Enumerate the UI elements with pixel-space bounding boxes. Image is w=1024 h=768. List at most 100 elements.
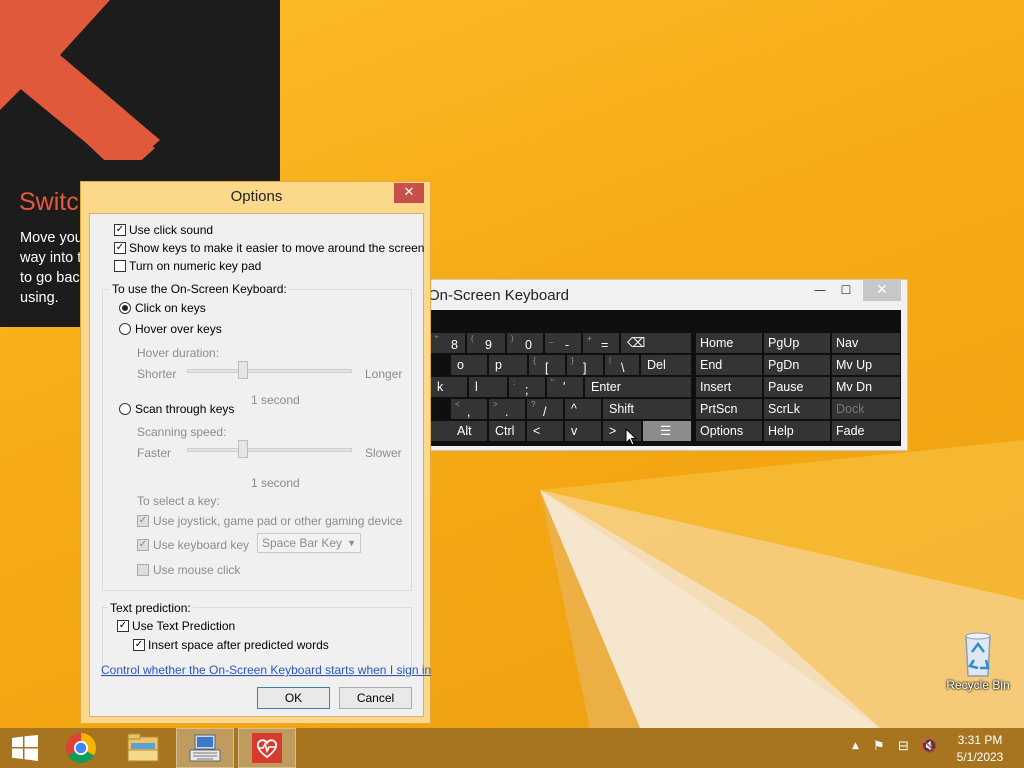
keyboard-key-value: Space Bar Key xyxy=(262,536,343,550)
hover-over-keys-radio[interactable] xyxy=(119,323,131,335)
scanning-speed-slider-thumb[interactable] xyxy=(238,440,248,458)
keyboard-icon xyxy=(189,734,221,762)
key-mv-dn[interactable]: Mv Dn xyxy=(832,377,900,397)
key-9[interactable]: (9 xyxy=(467,333,505,353)
key-slash[interactable]: ? / xyxy=(527,399,563,419)
scan-through-keys-radio[interactable] xyxy=(119,403,131,415)
key-equal[interactable]: + = xyxy=(583,333,619,353)
key-prtscn[interactable]: PrtScn xyxy=(696,399,762,419)
key-comma[interactable]: <, xyxy=(451,399,487,419)
show-hidden-icons-button[interactable]: ▲ xyxy=(852,741,859,751)
scanning-speed-label: Scanning speed: xyxy=(137,425,227,439)
chevron-down-icon: ▼ xyxy=(347,538,356,548)
key-pgdn[interactable]: PgDn xyxy=(764,355,830,375)
key-period[interactable]: >. xyxy=(489,399,525,419)
key-end[interactable]: End xyxy=(696,355,762,375)
key-semicolon[interactable]: :; xyxy=(509,377,545,397)
use-joystick-label: Use joystick, game pad or other gaming d… xyxy=(153,514,403,528)
use-joystick-checkbox[interactable]: ✓ xyxy=(137,515,149,527)
menu-icon: ☰ xyxy=(660,424,672,438)
key-alt[interactable]: Alt xyxy=(431,421,487,441)
key-pgup[interactable]: PgUp xyxy=(764,333,830,353)
hover-over-keys-label: Hover over keys xyxy=(135,322,222,336)
action-center-flag-icon[interactable]: ⚑ xyxy=(873,739,885,754)
hover-duration-slider-thumb[interactable] xyxy=(238,361,248,379)
key-del[interactable]: Del xyxy=(641,355,691,375)
close-button[interactable]: ✕ xyxy=(394,183,424,203)
scanning-speed-slider[interactable] xyxy=(187,448,352,452)
use-text-prediction-checkbox[interactable]: ✓ xyxy=(117,620,129,632)
use-text-prediction-label: Use Text Prediction xyxy=(132,619,236,633)
recycle-bin-icon xyxy=(965,632,991,677)
key-menu[interactable]: ☰ xyxy=(643,421,691,441)
osk-key-area: * 8 (9 ) 0 _ - + = ⌫ o p {[ }] | \ Del k l :;… xyxy=(431,310,901,446)
key-fade[interactable]: Fade xyxy=(832,421,900,441)
numeric-keypad-checkbox[interactable] xyxy=(114,260,126,272)
hover-duration-label: Hover duration: xyxy=(137,346,220,360)
key-left-bracket[interactable]: {[ xyxy=(529,355,565,375)
click-on-keys-label: Click on keys xyxy=(135,301,206,315)
key-enter[interactable]: Enter xyxy=(585,377,691,397)
use-mouse-click-checkbox[interactable] xyxy=(137,564,149,576)
keyboard-key-select[interactable]: Space Bar Key ▼ xyxy=(257,533,361,553)
clock-date[interactable]: 5/1/2023 xyxy=(956,750,1004,764)
clock-time[interactable]: 3:31 PM xyxy=(956,733,1004,747)
health-app-taskbar-button[interactable] xyxy=(238,728,296,768)
on-screen-keyboard-taskbar-button[interactable] xyxy=(176,728,234,768)
key-shift[interactable]: Shift xyxy=(603,399,691,419)
taskbar: ▲ ⚑ ⊟ 🔇 3:31 PM 5/1/2023 xyxy=(0,728,1024,768)
key-8[interactable]: * 8 xyxy=(431,333,465,353)
volume-muted-icon[interactable]: 🔇 xyxy=(921,739,937,754)
chrome-taskbar-button[interactable] xyxy=(52,728,110,768)
insert-space-checkbox[interactable]: ✓ xyxy=(133,639,145,651)
ok-button[interactable]: OK xyxy=(257,687,330,709)
key-up-arrow[interactable]: ^ xyxy=(565,399,601,419)
show-keys-checkbox[interactable]: ✓ xyxy=(114,242,126,254)
click-on-keys-radio[interactable] xyxy=(119,302,131,314)
close-button[interactable]: ✕ xyxy=(863,280,901,301)
use-keyboard-key-checkbox[interactable]: ✓ xyxy=(137,539,149,551)
key-backslash[interactable]: | \ xyxy=(605,355,639,375)
key-minus[interactable]: _ - xyxy=(545,333,581,353)
key-down-arrow[interactable]: v xyxy=(565,421,601,441)
input-mode-group-label: To use the On-Screen Keyboard: xyxy=(110,282,289,296)
show-keys-label: Show keys to make it easier to move arou… xyxy=(129,241,425,255)
key-backspace[interactable]: ⌫ xyxy=(621,333,691,353)
file-explorer-taskbar-button[interactable] xyxy=(114,728,172,768)
recycle-bin-label: Recycle Bin xyxy=(946,678,1010,692)
network-icon[interactable]: ⊟ xyxy=(898,739,909,754)
key-quote[interactable]: " ' xyxy=(547,377,583,397)
key-options[interactable]: Options xyxy=(696,421,762,441)
key-right-bracket[interactable]: }] xyxy=(567,355,603,375)
key-insert[interactable]: Insert xyxy=(696,377,762,397)
key-scrlk[interactable]: ScrLk xyxy=(764,399,830,419)
maximize-button[interactable]: ☐ xyxy=(833,280,859,301)
key-mv-up[interactable]: Mv Up xyxy=(832,355,900,375)
key-k[interactable]: k xyxy=(431,377,467,397)
shorter-label: Shorter xyxy=(137,367,177,381)
key-o[interactable]: o xyxy=(451,355,487,375)
minimize-button[interactable]: — xyxy=(807,280,833,301)
hover-duration-slider[interactable] xyxy=(187,369,352,373)
dialog-body: ✓ Use click sound ✓ Show keys to make it… xyxy=(89,213,431,717)
key-pause[interactable]: Pause xyxy=(764,377,830,397)
key-p[interactable]: p xyxy=(489,355,527,375)
key-help[interactable]: Help xyxy=(764,421,830,441)
recycle-bin[interactable]: Recycle Bin xyxy=(940,630,1016,692)
key-ctrl[interactable]: Ctrl xyxy=(489,421,525,441)
startup-settings-link[interactable]: Control whether the On-Screen Keyboard s… xyxy=(101,663,431,677)
key-0[interactable]: ) 0 xyxy=(507,333,543,353)
key-nav[interactable]: Nav xyxy=(832,333,900,353)
use-click-sound-label: Use click sound xyxy=(129,223,214,237)
dialog-title: Options xyxy=(230,188,283,205)
key-left-arrow[interactable]: < xyxy=(527,421,563,441)
key-dock[interactable]: Dock xyxy=(832,399,900,419)
use-click-sound-checkbox[interactable]: ✓ xyxy=(114,224,126,236)
start-button[interactable] xyxy=(0,728,50,768)
hover-duration-value: 1 second xyxy=(251,393,300,407)
key-l[interactable]: l xyxy=(469,377,507,397)
on-screen-keyboard-window: On-Screen Keyboard — ☐ ✕ * 8 (9 ) 0 _ - + = … xyxy=(422,279,908,451)
options-dialog: Options ✕ ✓ Use click sound ✓ Show keys … xyxy=(80,181,431,724)
key-home[interactable]: Home xyxy=(696,333,762,353)
cancel-button[interactable]: Cancel xyxy=(339,687,412,709)
